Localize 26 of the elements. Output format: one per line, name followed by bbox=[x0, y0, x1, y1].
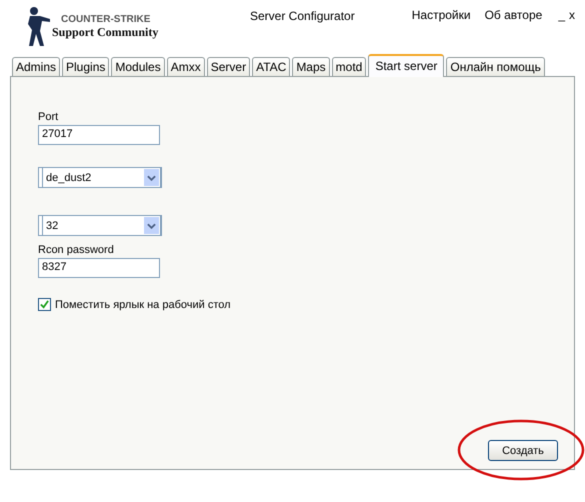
tab[interactable]: Server bbox=[206, 57, 250, 76]
checkbox-label: Поместить ярлык на рабочий стол bbox=[55, 298, 231, 310]
input-field[interactable]: 27017 bbox=[38, 125, 160, 145]
menu-item[interactable]: Об авторе bbox=[484, 8, 542, 22]
tab[interactable]: ATAC bbox=[252, 57, 290, 76]
input-field[interactable]: 8327 bbox=[38, 258, 160, 278]
tab[interactable]: Modules bbox=[111, 57, 165, 76]
dropdown[interactable]: 32 bbox=[42, 215, 161, 236]
tab[interactable]: Admins bbox=[12, 57, 60, 76]
logo-title: COUNTER-STRIKE bbox=[61, 14, 152, 25]
checkbox[interactable] bbox=[38, 298, 51, 311]
dropdown[interactable]: de_dust2 bbox=[42, 167, 161, 188]
field-label: Rcon password bbox=[38, 244, 115, 256]
logo-subtitle: Support Community bbox=[52, 25, 158, 40]
create-button[interactable]: Создать bbox=[488, 440, 558, 461]
tab[interactable]: Amxx bbox=[166, 57, 205, 76]
field-label: Port bbox=[38, 111, 60, 123]
menu-item[interactable]: Настройки bbox=[412, 8, 471, 22]
tab[interactable]: Maps bbox=[292, 57, 330, 76]
close-button[interactable]: x bbox=[567, 8, 577, 22]
window-title: Server Configurator bbox=[250, 9, 356, 23]
tab[interactable]: Plugins bbox=[62, 57, 110, 76]
tab[interactable]: Start server bbox=[368, 54, 444, 77]
tab[interactable]: Онлайн помощь bbox=[446, 57, 545, 76]
tab[interactable]: motd bbox=[332, 57, 366, 76]
minimize-button[interactable]: _ bbox=[556, 8, 567, 22]
